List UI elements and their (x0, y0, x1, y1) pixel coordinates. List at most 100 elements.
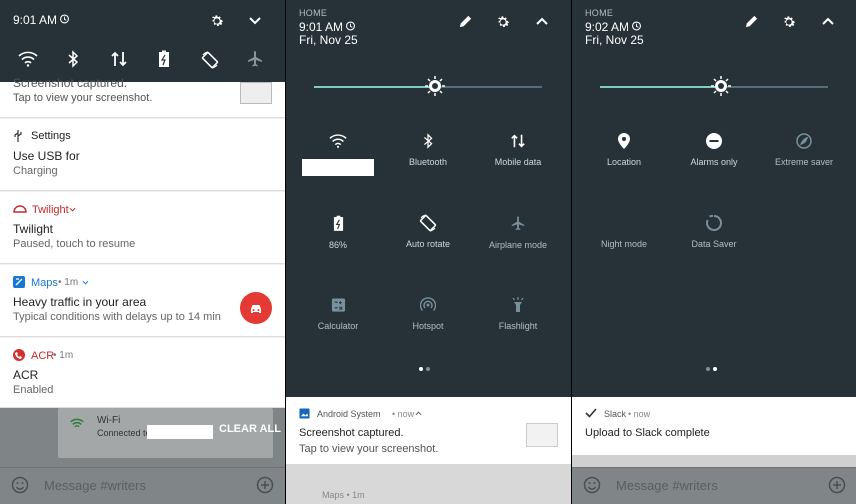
location-icon (618, 133, 630, 149)
mobile-data-icon[interactable] (110, 50, 128, 68)
notification-subtitle: Typical conditions with delays up to 14 … (13, 311, 221, 323)
quick-settings-panel-1: HOME 9:01 AM Fri, Nov 25 Bluetooth Mobil… (286, 0, 571, 504)
usb-icon (14, 130, 22, 142)
chevron-up-icon[interactable] (535, 16, 549, 26)
tile-label: Airplane mode (488, 240, 548, 250)
screenshot-notification[interactable]: Android System • now Screenshot captured… (286, 397, 571, 464)
brightness-icon[interactable] (711, 76, 731, 96)
chevron-up-icon[interactable] (415, 411, 422, 416)
tile-label: Hotspot (412, 321, 444, 331)
calculator-icon (331, 298, 345, 312)
notification-title: Screenshot captured. (13, 76, 128, 90)
dimmed-background (572, 455, 856, 467)
app-name: Twilight (32, 204, 69, 216)
tile-label: Location (606, 157, 642, 167)
usb-notification[interactable]: Settings Use USB for Charging (0, 119, 285, 191)
emoji-icon[interactable] (11, 476, 29, 494)
night-mode-icon (620, 216, 627, 230)
traffic-alert-button[interactable] (240, 292, 272, 324)
wifi-icon (70, 418, 84, 428)
acr-notification[interactable]: ACR • 1m ACR Enabled (0, 338, 285, 408)
notification-subtitle: Paused, touch to resume (13, 238, 136, 250)
chevron-down-icon[interactable] (82, 280, 89, 285)
tile-mobile-data[interactable]: Mobile data (473, 133, 563, 167)
notification-shade-panel: 9:01 AM Screenshot captured. Tap to view… (0, 0, 285, 504)
add-icon[interactable] (256, 476, 274, 494)
tile-label: Flashlight (498, 321, 538, 331)
car-icon (251, 305, 261, 313)
tile-alarms-only[interactable]: Alarms only (669, 133, 759, 167)
bluetooth-icon (424, 133, 433, 149)
check-icon (585, 408, 597, 418)
home-label: HOME (299, 8, 328, 18)
tile-calculator[interactable]: Calculator (293, 297, 383, 331)
tile-label: Calculator (317, 321, 359, 331)
add-icon[interactable] (828, 476, 846, 494)
notification-time: • now (392, 409, 415, 419)
chevron-down-icon[interactable] (69, 207, 76, 212)
wifi-subtitle: Connected to (97, 428, 151, 438)
alarm-icon (60, 14, 69, 24)
message-input[interactable]: Message #writers (616, 478, 718, 493)
tile-flashlight[interactable]: Flashlight (473, 297, 563, 331)
app-name: Maps (31, 277, 58, 289)
notification-title: Twilight (13, 222, 54, 236)
notification-subtitle: Tap to view your screenshot. (299, 443, 439, 455)
clear-all-button[interactable]: CLEAR ALL (219, 423, 281, 435)
tile-label: Extreme saver (774, 157, 834, 167)
home-label: HOME (585, 8, 614, 18)
notification-subtitle: Charging (13, 165, 58, 177)
chevron-down-icon[interactable] (248, 15, 262, 27)
clock: 9:01 AM (299, 20, 344, 34)
notification-time: • 1m (58, 277, 79, 288)
status-bar: 9:01 AM (0, 0, 285, 82)
extreme-saver-icon (796, 133, 812, 149)
tile-data-saver[interactable]: Data Saver (669, 215, 759, 249)
chevron-up-icon[interactable] (821, 16, 835, 26)
tile-bluetooth[interactable]: Bluetooth (383, 133, 473, 167)
notification-title: ACR (13, 368, 39, 382)
date: Fri, Nov 25 (299, 33, 358, 47)
tile-extreme-saver[interactable]: Extreme saver (759, 133, 849, 167)
notification-title: Upload to Slack complete (585, 427, 710, 439)
bluetooth-icon[interactable] (66, 50, 80, 68)
message-input[interactable]: Message #writers (44, 478, 146, 493)
gear-icon[interactable] (209, 13, 225, 29)
alarms-only-icon (706, 133, 722, 149)
brightness-icon[interactable] (425, 76, 445, 96)
notification-title: Screenshot captured. (299, 427, 404, 439)
gear-icon[interactable] (495, 14, 511, 30)
battery-icon[interactable] (158, 50, 170, 68)
battery-icon (333, 215, 343, 231)
gear-icon[interactable] (781, 14, 797, 30)
hotspot-icon (420, 297, 436, 311)
date: Fri, Nov 25 (585, 33, 644, 47)
notification-subtitle: Enabled (13, 384, 54, 396)
tile-label: Data Saver (691, 239, 737, 249)
twilight-notification[interactable]: Twilight Twilight Paused, touch to resum… (0, 192, 285, 264)
maps-icon (13, 276, 25, 288)
app-name: Slack (604, 409, 627, 419)
tile-location[interactable]: Location (579, 133, 669, 167)
tile-auto-rotate[interactable]: Auto rotate (383, 213, 473, 249)
phone-icon (13, 349, 25, 361)
auto-rotate-icon (419, 214, 437, 232)
tile-night-mode[interactable]: Night mode (579, 215, 669, 249)
app-name: Settings (31, 130, 71, 142)
tile-battery[interactable]: 86% (293, 215, 383, 250)
wifi-icon[interactable] (18, 50, 38, 68)
wifi-icon (329, 134, 347, 148)
app-name: ACR (31, 350, 55, 362)
tile-label: Bluetooth (408, 157, 448, 167)
redacted-network (147, 425, 213, 439)
auto-rotate-icon[interactable] (200, 50, 220, 70)
edit-icon[interactable] (458, 14, 473, 29)
slack-notification[interactable]: Slack • now Upload to Slack complete (572, 397, 856, 455)
emoji-icon[interactable] (583, 476, 601, 494)
tile-wifi[interactable] (293, 133, 383, 176)
tile-airplane[interactable]: Airplane mode (473, 215, 563, 250)
airplane-icon[interactable] (246, 50, 264, 68)
edit-icon[interactable] (744, 14, 759, 29)
airplane-icon (511, 216, 525, 231)
tile-hotspot[interactable]: Hotspot (383, 297, 473, 331)
